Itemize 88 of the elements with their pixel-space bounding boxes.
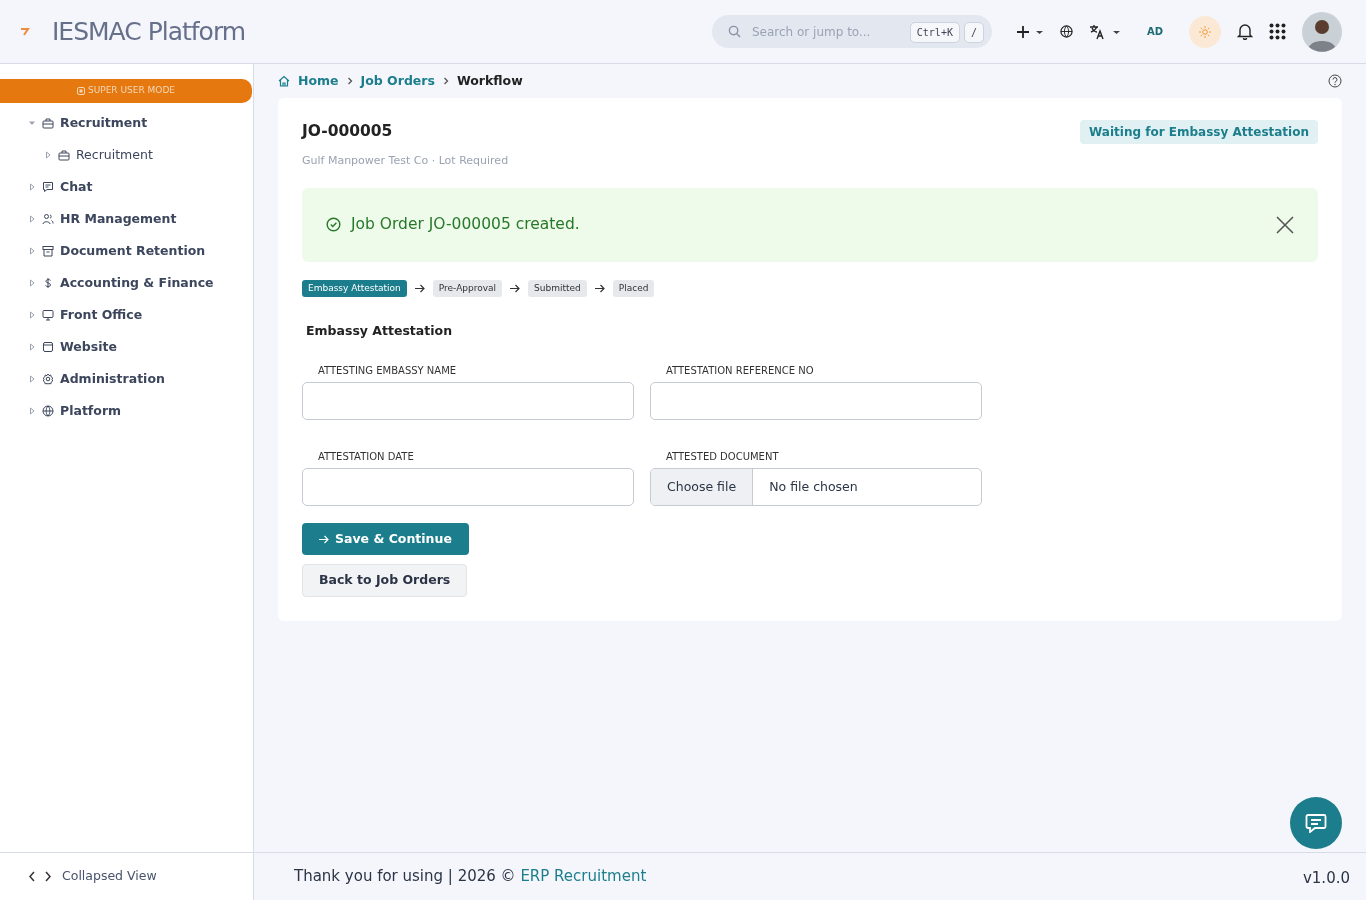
sidebar-item[interactable]: Recruitment [60,107,148,139]
caret-right-icon[interactable] [28,343,36,351]
footer-text: Thank you for using | 2026 © [294,866,516,888]
field-label: ATTESTATION REFERENCE NO [665,364,815,378]
sidebar-item[interactable]: Recruitment [76,139,153,171]
collapse-arrows-icon[interactable] [28,871,52,882]
caret-right-icon[interactable] [28,247,36,255]
apps-grid-icon[interactable] [1269,23,1286,40]
briefcase-icon [58,149,70,161]
version-label: v1.0.0 [1302,868,1350,890]
sidebar-item[interactable]: Accounting & Finance [60,267,214,299]
app-title: IESMAC Platform [52,15,246,48]
window-icon [42,341,54,353]
super-user-mode-banner: SUPER USER MODE [0,79,252,103]
input-field[interactable] [302,468,634,506]
arrow-right-icon [510,284,521,293]
breadcrumb-item[interactable]: Home [298,71,339,91]
status-badge: Waiting for Embassy Attestation [1080,120,1318,144]
back-button[interactable]: Back to Job Orders [302,564,468,597]
breadcrumb-item[interactable]: Job Orders [360,71,435,91]
arrow-right-icon [594,284,605,293]
globe-icon[interactable] [1059,25,1073,38]
chevron-right-icon [442,77,449,85]
close-icon[interactable] [1276,215,1294,234]
help-icon[interactable] [1328,74,1342,88]
save-continue-button[interactable]: Save & Continue [302,523,469,555]
choose-file-button[interactable]: Choose file [651,469,754,505]
people-icon [42,213,54,225]
caret-right-icon[interactable] [28,215,36,223]
workflow-step: Embassy Attestation [302,279,407,298]
arrow-right-icon [414,284,425,293]
settings-icon [42,373,54,385]
caret-right-icon[interactable] [44,151,52,159]
input-field[interactable] [302,382,634,420]
sidebar-item[interactable]: Administration [60,363,165,395]
file-input[interactable]: Choose file No file chosen [650,468,982,506]
workflow-step: Placed [612,279,655,298]
check-circle-icon [326,217,341,233]
sidebar-item[interactable]: Front Office [60,299,143,331]
archive-icon [42,245,54,257]
briefcase-icon [42,117,54,129]
caret-down-icon[interactable] [28,119,36,127]
language-code[interactable]: AD [1146,24,1163,39]
sun-icon [1199,25,1211,38]
field-label: ATTESTED DOCUMENT [665,450,780,464]
input-field[interactable] [650,382,982,420]
add-menu-button[interactable] [1015,24,1044,39]
chat-button[interactable] [1290,797,1342,849]
caret-right-icon[interactable] [28,407,36,415]
sidebar-item[interactable]: Document Retention [60,235,206,267]
sidebar-item[interactable]: HR Management [60,203,177,235]
dollar-icon [42,277,54,289]
workflow-step: Pre-Approval [432,279,503,298]
sidebar-item[interactable]: Platform [60,395,122,427]
globe-icon [42,405,54,417]
job-order-subtitle: Gulf Manpower Test Co · Lot Required [302,153,509,170]
sidebar-item[interactable]: Chat [60,171,93,203]
alert-message: Job Order JO-000005 created. [351,214,580,236]
field-label: ATTESTING EMBASSY NAME [317,364,458,378]
breadcrumb-item: Workflow [456,71,523,90]
bell-icon[interactable] [1237,23,1253,40]
logo-icon [20,27,30,36]
plus-icon [1015,24,1044,39]
chat-icon [1305,813,1327,833]
file-status: No file chosen [769,477,858,496]
caret-right-icon[interactable] [28,311,36,319]
theme-toggle[interactable] [1189,15,1221,48]
user-avatar[interactable] [1302,11,1342,52]
workflow-step: Submitted [528,279,587,298]
home-icon[interactable] [278,75,290,87]
chat-icon [42,181,54,193]
caret-right-icon[interactable] [28,375,36,383]
caret-right-icon[interactable] [28,279,36,287]
arrow-right-icon [319,534,329,544]
job-order-title: JO-000005 [302,121,394,142]
shortcut-key: Ctrl+K [909,22,960,43]
translate-icon [1088,23,1121,40]
footer-link[interactable]: ERP Recruitment [520,865,647,888]
caret-right-icon[interactable] [28,183,36,191]
shield-icon [76,87,85,95]
chevron-right-icon [346,77,353,85]
monitor-icon [42,309,54,321]
sidebar-item[interactable]: Website [60,331,117,363]
field-label: ATTESTATION DATE [317,450,415,464]
form-title: Embassy Attestation [306,322,454,341]
collapsed-view-link[interactable]: Collapsed View [62,867,157,886]
translate-menu-button[interactable] [1088,23,1121,40]
search-icon [727,25,741,38]
